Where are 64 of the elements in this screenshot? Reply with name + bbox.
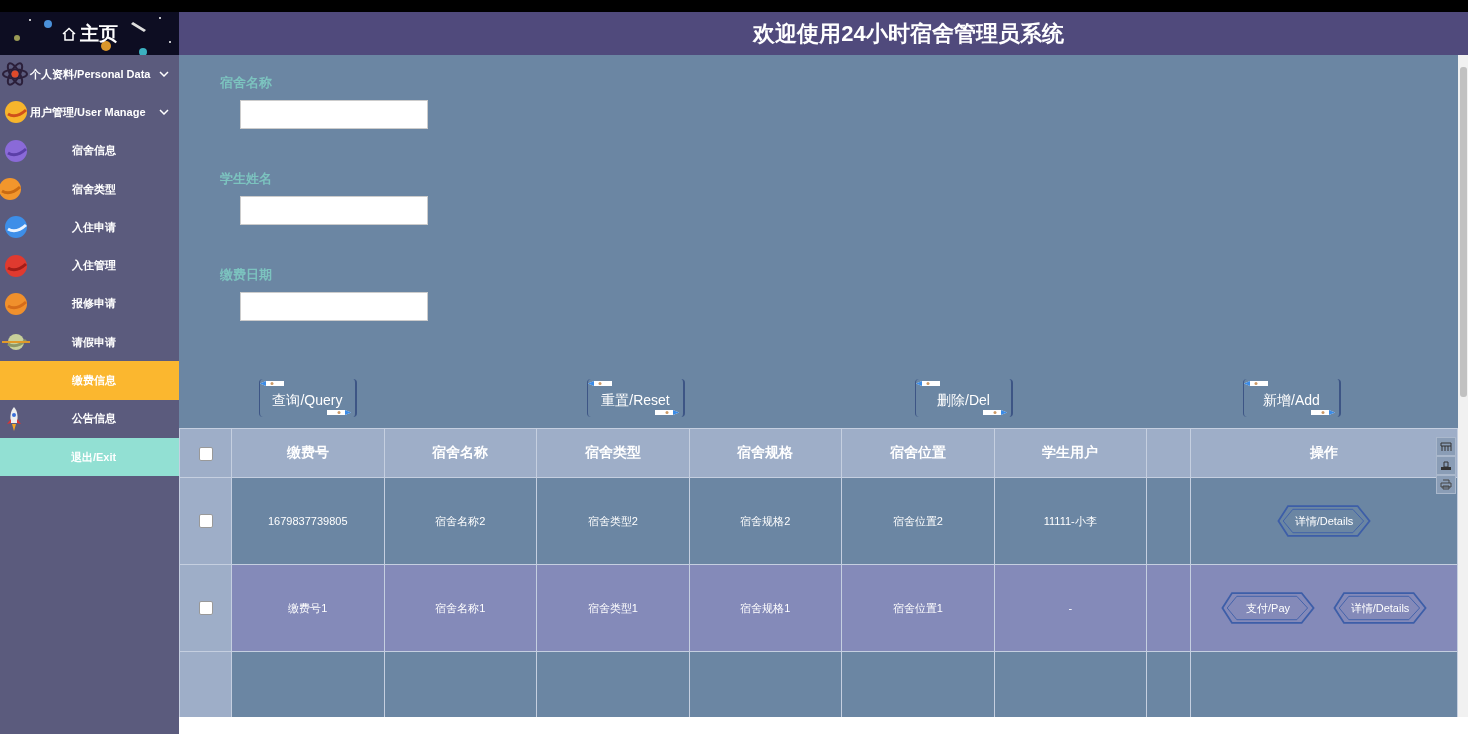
- columns-button[interactable]: [1436, 437, 1456, 456]
- action-button[interactable]: 新增/Add: [1243, 379, 1341, 417]
- sidebar-item[interactable]: 公告信息: [0, 399, 179, 438]
- column-header: 宿舍规格: [689, 428, 842, 478]
- checkbox[interactable]: [198, 514, 213, 529]
- atom-icon: [2, 62, 28, 87]
- planet-icon: [2, 99, 30, 126]
- field-label: 缴费日期: [220, 266, 272, 284]
- sidebar-item[interactable]: 请假申请: [0, 323, 179, 362]
- checkbox[interactable]: [198, 447, 213, 462]
- sidebar-item[interactable]: 个人资料/Personal Data: [0, 55, 179, 94]
- print-icon: [1440, 479, 1452, 490]
- chevron-down-icon: [159, 71, 169, 78]
- row-action-button[interactable]: 详情/Details: [1276, 504, 1372, 538]
- field-label: 宿舍名称: [220, 74, 272, 92]
- field-label: 学生姓名: [220, 170, 272, 188]
- planet-icon: [2, 137, 30, 164]
- page-title: 欢迎使用24小时宿舍管理员系统: [753, 19, 1064, 48]
- planet-icon: [2, 290, 30, 317]
- home-icon[interactable]: [61, 26, 76, 41]
- table-cell: 宿舍类型2: [536, 477, 689, 565]
- export-icon: [1440, 460, 1452, 471]
- column-header: 学生用户: [994, 428, 1147, 478]
- column-header: 缴费号: [231, 428, 384, 478]
- action-button[interactable]: 重置/Reset: [587, 379, 685, 417]
- sidebar-item[interactable]: 报修申请: [0, 284, 179, 324]
- action-button[interactable]: 删除/Del: [915, 379, 1013, 417]
- column-header: 宿舍位置: [841, 428, 994, 478]
- sidebar-item[interactable]: 入住申请: [0, 208, 179, 247]
- row-action-button[interactable]: 详情/Details: [1332, 591, 1428, 625]
- columns-icon: [1440, 441, 1452, 452]
- table-cell: 宿舍规格1: [689, 564, 842, 652]
- input-field[interactable]: [240, 292, 428, 321]
- input-field[interactable]: [240, 100, 428, 129]
- planet-icon: [2, 252, 30, 279]
- sidebar-item[interactable]: 入住管理: [0, 246, 179, 285]
- table-cell: 宿舍类型1: [536, 564, 689, 652]
- home-link[interactable]: 主页: [79, 20, 118, 47]
- rocket-icon: [6, 405, 22, 432]
- table-cell: 缴费号1: [231, 564, 384, 652]
- chevron-down-icon: [159, 109, 169, 116]
- table-cell: 1679837739805: [231, 477, 384, 565]
- column-header: 宿舍名称: [384, 428, 537, 478]
- table-cell: 宿舍位置2: [841, 477, 994, 565]
- table-cell: 11111-小李: [994, 477, 1147, 565]
- column-header: 宿舍类型: [536, 428, 689, 478]
- scrollbar[interactable]: [1458, 55, 1468, 717]
- table-cell: 宿舍规格2: [689, 477, 842, 565]
- column-header: 操作: [1190, 428, 1458, 478]
- sidebar-item[interactable]: 用户管理/User Manage: [0, 93, 179, 132]
- table-cell: 宿舍位置1: [841, 564, 994, 652]
- planet-icon: [2, 214, 30, 241]
- row-action-button[interactable]: 支付/Pay: [1220, 591, 1316, 625]
- table-cell: 宿舍名称1: [384, 564, 537, 652]
- table-cell: -: [994, 564, 1147, 652]
- sidebar-item[interactable]: 宿舍类型: [0, 169, 179, 209]
- checkbox[interactable]: [198, 601, 213, 616]
- sidebar-item[interactable]: 宿舍信息: [0, 131, 179, 170]
- action-button[interactable]: 查询/Query: [259, 379, 357, 417]
- export-button[interactable]: [1436, 456, 1456, 475]
- table-cell: 宿舍名称2: [384, 477, 537, 565]
- print-button[interactable]: [1436, 475, 1456, 494]
- planet-icon: [0, 176, 24, 203]
- input-field[interactable]: [240, 196, 428, 225]
